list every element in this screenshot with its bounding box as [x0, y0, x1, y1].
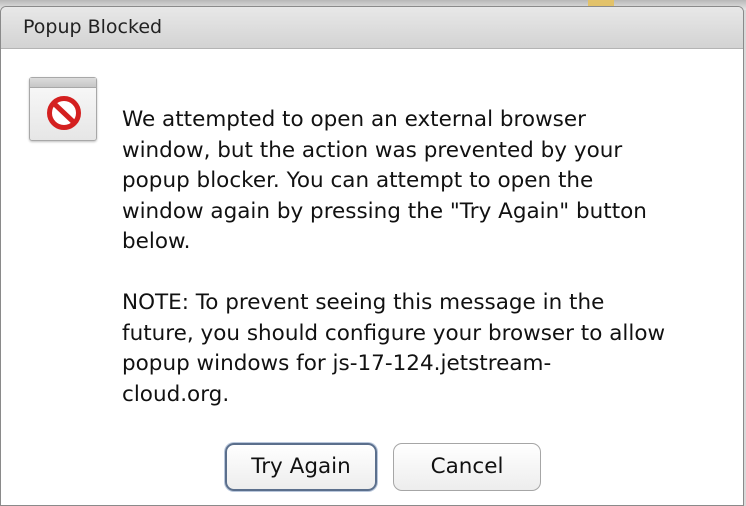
no-entry-icon [47, 96, 81, 130]
message-line: We attempted to open an external browser [122, 107, 586, 132]
window-icon [29, 77, 97, 141]
message-line: popup windows for js-17-124.jetstream- [122, 351, 552, 376]
message-line: future, you should configure your browse… [122, 320, 666, 346]
dialog-body: We attempted to open an external browser… [1, 49, 743, 505]
dialog-titlebar[interactable]: Popup Blocked [1, 7, 743, 49]
message-line: window, but the action was prevented by … [122, 137, 623, 163]
message-line: below. [122, 229, 191, 254]
cancel-button[interactable]: Cancel [393, 443, 541, 491]
popup-blocked-icon [29, 77, 99, 143]
message-line: window again by pressing the "Try Again"… [122, 198, 647, 224]
dialog-message: We attempted to open an external browser… [122, 105, 722, 410]
message-paragraph-2: NOTE: To prevent seeing this message in … [122, 288, 722, 410]
window-icon-titlebar [30, 78, 96, 88]
message-line: cloud.org. [122, 381, 230, 407]
try-again-button[interactable]: Try Again [225, 443, 377, 491]
popup-blocked-dialog: Popup Blocked We attempted to open an ex… [0, 6, 744, 506]
message-line: popup blocker. You can attempt to open t… [122, 168, 594, 193]
dialog-title: Popup Blocked [23, 16, 163, 38]
message-line: NOTE: To prevent seeing this message in … [122, 290, 605, 315]
message-paragraph-1: We attempted to open an external browser… [122, 105, 722, 258]
